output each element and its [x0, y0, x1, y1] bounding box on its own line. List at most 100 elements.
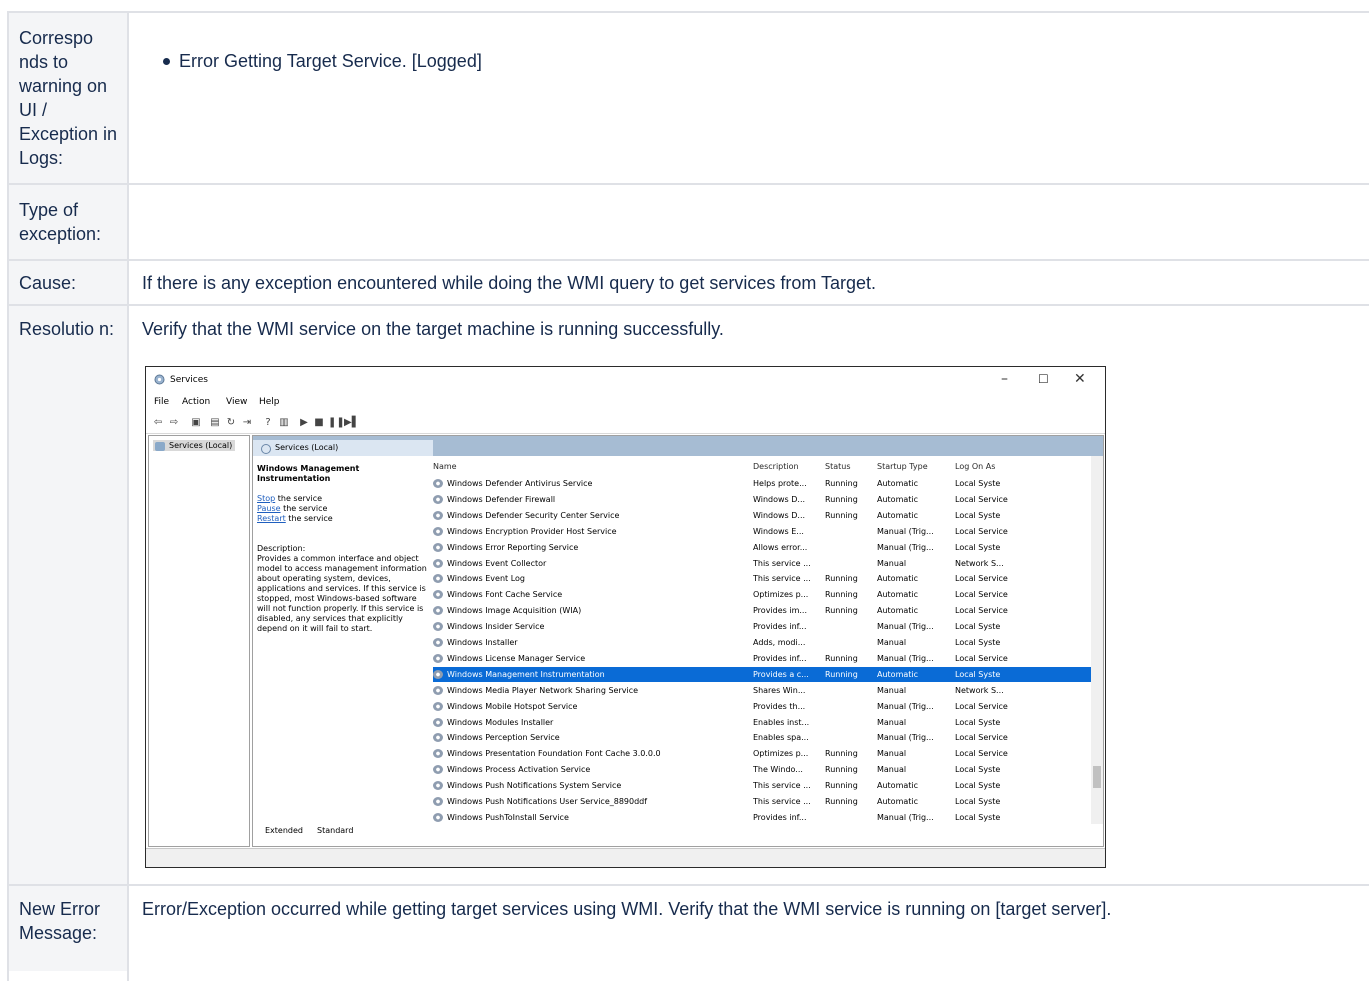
service-status: Running: [825, 574, 858, 584]
service-description-cell: Provides inf...: [753, 812, 807, 822]
service-description: Provides a common interface and object m…: [257, 554, 427, 633]
service-startup-type: Manual: [877, 717, 907, 727]
service-gear-icon: [433, 669, 443, 679]
service-log-on-as: Local Syste: [955, 479, 1001, 488]
service-startup-type: Manual (Trig...: [877, 812, 934, 822]
tab-standard: Standard: [317, 826, 354, 835]
service-gear-icon: [433, 765, 443, 775]
service-name: Windows Perception Service: [447, 733, 560, 743]
service-status: Running: [825, 749, 858, 759]
service-startup-type: Automatic: [877, 797, 919, 806]
pause-link: Pause: [257, 504, 281, 513]
service-row: Windows Perception Service Enables spa...…: [433, 730, 1093, 745]
service-log-on-as: Local Syste: [955, 812, 1001, 822]
window-statusbar: [146, 848, 1105, 867]
service-description-cell: Helps prote...: [753, 479, 807, 488]
service-description-cell: This service ...: [753, 558, 811, 568]
row-label-warning: Correspo nds to warning on UI / Exceptio…: [19, 28, 118, 168]
service-row: Windows Defender Firewall Windows D... Run…: [433, 492, 1093, 507]
service-name: Windows Insider Service: [447, 622, 545, 632]
service-name: Windows Defender Antivirus Service: [447, 479, 593, 488]
panel-header: Services (Local): [253, 436, 1103, 456]
column-header-name: Name: [433, 462, 457, 471]
help-icon: ?: [265, 417, 271, 428]
service-startup-type: Manual: [877, 638, 907, 647]
service-status: Running: [825, 590, 858, 600]
service-status: Running: [825, 781, 858, 791]
service-startup-type: Manual (Trig...: [877, 526, 934, 536]
service-description-cell: Optimizes p...: [753, 749, 809, 759]
service-row: Windows Font Cache Service Optimizes p...…: [433, 587, 1093, 602]
window-title: Services: [170, 375, 208, 385]
service-gear-icon: [433, 558, 443, 568]
column-header-startup-type: Startup Type: [877, 462, 928, 471]
window-toolbar: ⇦ ⇨ ▣ ▤ ↻ ⇥ ? ▥ ▶ ■ ❚❚ ▶▌: [146, 413, 1105, 434]
window-titlebar: Services – ☐ ✕: [146, 367, 1105, 393]
description-label: Description:: [257, 544, 306, 553]
service-startup-type: Manual: [877, 749, 907, 759]
service-row: Windows Media Player Network Sharing Ser…: [433, 683, 1093, 698]
pause-icon: ❚❚: [328, 417, 345, 428]
warning-bullet: Error Getting Target Service. [Logged]: [136, 49, 1349, 73]
service-row: Windows Defender Security Center Service…: [433, 508, 1093, 523]
menu-file: File: [154, 397, 170, 407]
pause-action: Pause the service: [257, 504, 328, 513]
warning-list: Error Getting Target Service. [Logged]: [142, 49, 1349, 73]
service-gear-icon: [433, 781, 443, 791]
service-description-cell: Enables inst...: [753, 717, 810, 727]
service-status: Running: [825, 606, 858, 616]
menu-help: Help: [259, 397, 280, 407]
row-value-resolution: Verify that the WMI service on the targe…: [142, 319, 724, 339]
service-gear-icon: [433, 622, 443, 632]
service-log-on-as: Local Service: [955, 749, 1008, 759]
service-name: Windows Push Notifications System Servic…: [447, 781, 622, 791]
service-status: Running: [825, 653, 858, 663]
service-name: Windows Installer: [447, 638, 518, 647]
services-panel: Services (Local) Windows Management Inst…: [252, 435, 1104, 847]
view-tabs: Extended Standard: [255, 822, 555, 840]
restart-link: Restart: [257, 514, 286, 523]
column-divider: [7, 11, 9, 981]
service-log-on-as: Local Service: [955, 701, 1008, 711]
service-gear-icon: [433, 542, 443, 552]
service-description-cell: Optimizes p...: [753, 590, 809, 600]
service-log-on-as: Local Syste: [955, 510, 1001, 520]
service-name: Windows Font Cache Service: [447, 590, 563, 600]
search-icon: [261, 444, 271, 454]
service-startup-type: Manual (Trig...: [877, 733, 934, 743]
service-startup-type: Automatic: [877, 479, 919, 488]
service-status: Running: [825, 669, 858, 679]
service-gear-icon: [433, 733, 443, 743]
row-divider: [7, 11, 1369, 13]
menu-view: View: [226, 397, 248, 407]
service-row: Windows Event Collector This service ... M…: [433, 556, 1093, 571]
service-log-on-as: Local Service: [955, 574, 1008, 584]
service-log-on-as: Local Service: [955, 590, 1008, 600]
row-label-resolution: Resolutio n:: [19, 319, 115, 339]
service-startup-type: Automatic: [877, 574, 919, 584]
service-log-on-as: Local Service: [955, 526, 1008, 536]
service-details-pane: Windows Management Instrumentation Stop …: [257, 464, 427, 634]
stop-action: Stop the service: [257, 494, 323, 503]
service-description-cell: The Windo...: [753, 765, 803, 775]
service-gear-icon: [433, 812, 443, 822]
service-gear-icon: [433, 653, 443, 663]
service-startup-type: Manual (Trig...: [877, 622, 934, 632]
service-name: Windows Event Collector: [447, 558, 547, 568]
service-startup-type: Automatic: [877, 781, 919, 791]
stop-icon: ■: [314, 417, 324, 428]
service-name: Windows Image Acquisition (WIA): [447, 606, 582, 616]
service-row: Windows Management Instrumentation Provid…: [433, 666, 1093, 682]
service-log-on-as: Network S...: [955, 685, 1004, 695]
service-row: Windows Mobile Hotspot Service Provides t…: [433, 699, 1093, 714]
service-startup-type: Automatic: [877, 606, 919, 616]
row-value-new-message: Error/Exception occurred while getting t…: [142, 899, 1112, 919]
service-description-cell: Allows error...: [753, 542, 808, 552]
service-gear-icon: [433, 494, 443, 504]
service-gear-icon: [433, 590, 443, 600]
service-startup-type: Automatic: [877, 669, 919, 679]
services-icon: [155, 442, 165, 451]
restart-action: Restart the service: [257, 514, 333, 523]
service-gear-icon: [433, 606, 443, 616]
service-name: Windows Presentation Foundation Font Cac…: [447, 749, 661, 759]
